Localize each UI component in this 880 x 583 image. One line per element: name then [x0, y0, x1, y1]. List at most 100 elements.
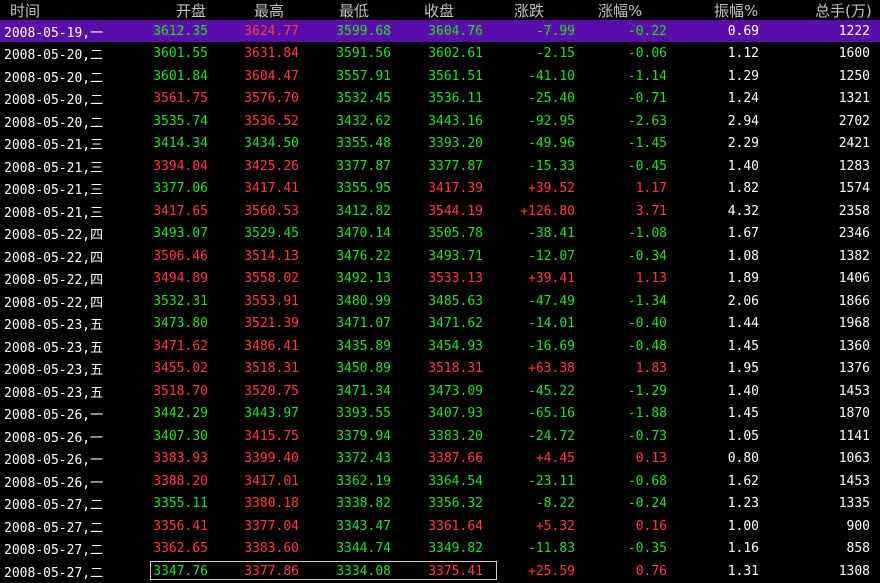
table-row[interactable]: 2008-05-26,一 3407.30 3415.75 3379.94 3383.20… — [0, 425, 880, 447]
cell-amplitude: 1.23 — [727, 496, 759, 511]
cell-amplitude: 1.00 — [727, 518, 759, 534]
cell-time: 2008-05-22,四 — [4, 250, 104, 266]
cell-amplitude: 1.40 — [727, 383, 759, 399]
cell-change: -23.11 — [528, 473, 575, 489]
cell-change-pct: 1.13 — [635, 271, 667, 286]
cell-change-pct: -1.34 — [627, 293, 667, 309]
table-row[interactable]: 2008-05-23,五 3473.80 3521.39 3471.07 3471.62… — [0, 313, 880, 335]
header-low[interactable]: 最低 — [339, 0, 369, 20]
cell-time: 2008-05-19,一 — [4, 25, 104, 41]
cell-amplitude: 1.08 — [727, 248, 759, 264]
cell-close: 3349.82 — [428, 541, 483, 556]
cell-close: 3485.63 — [428, 293, 483, 309]
cell-change: -7.99 — [535, 23, 575, 39]
cell-amplitude: 1.29 — [727, 68, 759, 84]
header-volume[interactable]: 总手(万) — [815, 0, 872, 20]
table-row[interactable]: 2008-05-21,三 3377.06 3417.41 3355.95 3417.39… — [0, 178, 880, 200]
cell-change-pct: 0.76 — [635, 563, 667, 579]
table-row[interactable]: 2008-05-21,三 3414.34 3434.50 3355.48 3393.20… — [0, 133, 880, 155]
cell-change: -14.01 — [528, 316, 575, 331]
cell-open: 3493.07 — [153, 226, 208, 241]
table-row[interactable]: 2008-05-20,二 3601.84 3604.47 3557.91 3561.51… — [0, 65, 880, 87]
cell-low: 3412.82 — [336, 203, 391, 219]
cell-amplitude: 0.69 — [727, 23, 759, 39]
cell-open: 3471.62 — [153, 338, 208, 354]
cell-open: 3506.46 — [153, 248, 208, 264]
cell-open: 3407.30 — [153, 428, 208, 444]
cell-low: 3480.99 — [336, 293, 391, 309]
table-row[interactable]: 2008-05-20,二 3601.55 3631.84 3591.56 3602.61… — [0, 43, 880, 65]
cell-time: 2008-05-26,一 — [4, 453, 104, 468]
header-high[interactable]: 最高 — [254, 0, 284, 20]
table-row[interactable]: 2008-05-23,五 3518.70 3520.75 3471.34 3473.09… — [0, 380, 880, 402]
cell-change-pct: -1.29 — [627, 383, 667, 399]
cell-high: 3576.70 — [244, 91, 299, 106]
table-row[interactable]: 2008-05-21,三 3417.65 3560.53 3412.82 3544.19… — [0, 200, 880, 222]
cell-amplitude: 1.16 — [727, 541, 759, 556]
cell-high: 3521.39 — [244, 316, 299, 331]
table-row[interactable]: 2008-05-27,二 3347.76 3377.86 3334.08 3375.41… — [0, 560, 880, 582]
cell-change-pct: -0.35 — [627, 541, 667, 556]
table-row-selected[interactable]: 2008-05-19,一 3612.35 3624.77 3599.68 3604.76… — [0, 20, 880, 42]
cell-close: 3518.31 — [428, 361, 483, 376]
cell-change: -24.72 — [528, 428, 575, 444]
cell-time: 2008-05-27,二 — [4, 520, 104, 536]
cell-low: 3557.91 — [336, 68, 391, 84]
cell-amplitude: 1.45 — [727, 406, 759, 421]
table-row[interactable]: 2008-05-22,四 3532.31 3553.91 3480.99 3485.63… — [0, 290, 880, 312]
header-open[interactable]: 开盘 — [176, 0, 206, 20]
cell-volume: 1406 — [838, 271, 870, 286]
cell-change: -92.95 — [528, 113, 575, 129]
cell-open: 3347.76 — [153, 563, 208, 579]
table-row[interactable]: 2008-05-23,五 3455.02 3518.31 3450.89 3518.31… — [0, 358, 880, 380]
table-row[interactable]: 2008-05-27,二 3362.65 3383.60 3344.74 3349.82… — [0, 538, 880, 560]
cell-change: -12.07 — [528, 248, 575, 264]
header-change-pct[interactable]: 涨幅% — [598, 0, 642, 20]
cell-low: 3362.19 — [336, 473, 391, 489]
cell-low: 3355.48 — [336, 136, 391, 151]
cell-change: -15.33 — [528, 158, 575, 174]
cell-low: 3591.56 — [336, 46, 391, 61]
cell-amplitude: 1.67 — [727, 226, 759, 241]
cell-amplitude: 1.62 — [727, 473, 759, 489]
cell-time: 2008-05-23,五 — [4, 385, 104, 401]
cell-low: 3532.45 — [336, 91, 391, 106]
cell-low: 3471.34 — [336, 383, 391, 399]
cell-high: 3415.75 — [244, 428, 299, 444]
cell-close: 3356.32 — [428, 496, 483, 511]
table-row[interactable]: 2008-05-26,一 3442.29 3443.97 3393.55 3407.93… — [0, 403, 880, 425]
cell-open: 3414.34 — [153, 136, 208, 151]
table-row[interactable]: 2008-05-22,四 3494.89 3558.02 3492.13 3533.13… — [0, 268, 880, 290]
cell-low: 3343.47 — [336, 518, 391, 534]
cell-volume: 1866 — [838, 293, 870, 309]
cell-change: -45.22 — [528, 383, 575, 399]
cell-time: 2008-05-20,二 — [4, 93, 104, 108]
header-amplitude[interactable]: 振幅% — [714, 0, 758, 20]
cell-change: -11.83 — [528, 541, 575, 556]
cell-change-pct: -0.71 — [627, 91, 667, 106]
cell-change-pct: -0.22 — [627, 23, 667, 39]
cell-high: 3434.50 — [244, 136, 299, 151]
cell-change: +39.52 — [528, 181, 575, 196]
cell-amplitude: 2.06 — [727, 293, 759, 309]
table-row[interactable]: 2008-05-23,五 3471.62 3486.41 3435.89 3454.93… — [0, 335, 880, 357]
header-time[interactable]: 时间 — [10, 0, 40, 20]
table-row[interactable]: 2008-05-20,二 3535.74 3536.52 3432.62 3443.16… — [0, 110, 880, 132]
table-row[interactable]: 2008-05-27,二 3355.11 3380.18 3338.82 3356.32… — [0, 493, 880, 515]
table-row[interactable]: 2008-05-26,一 3388.20 3417.01 3362.19 3364.54… — [0, 470, 880, 492]
cell-open: 3494.89 — [153, 271, 208, 286]
table-row[interactable]: 2008-05-22,四 3493.07 3529.45 3470.14 3505.78… — [0, 223, 880, 245]
cell-volume: 1600 — [838, 46, 870, 61]
table-row[interactable]: 2008-05-20,二 3561.75 3576.70 3532.45 3536.11… — [0, 88, 880, 110]
table-row[interactable]: 2008-05-21,三 3394.04 3425.26 3377.87 3377.87… — [0, 155, 880, 177]
table-row[interactable]: 2008-05-22,四 3506.46 3514.13 3476.22 3493.71… — [0, 245, 880, 267]
cell-amplitude: 1.24 — [727, 91, 759, 106]
header-close[interactable]: 收盘 — [424, 0, 454, 20]
cell-change: -38.41 — [528, 226, 575, 241]
cell-high: 3560.53 — [244, 203, 299, 219]
table-row[interactable]: 2008-05-26,一 3383.93 3399.40 3372.43 3387.66… — [0, 448, 880, 470]
cell-change: -65.16 — [528, 406, 575, 421]
table-row[interactable]: 2008-05-27,二 3356.41 3377.04 3343.47 3361.64… — [0, 515, 880, 537]
header-change[interactable]: 涨跌 — [514, 0, 544, 20]
cell-low: 3379.94 — [336, 428, 391, 444]
